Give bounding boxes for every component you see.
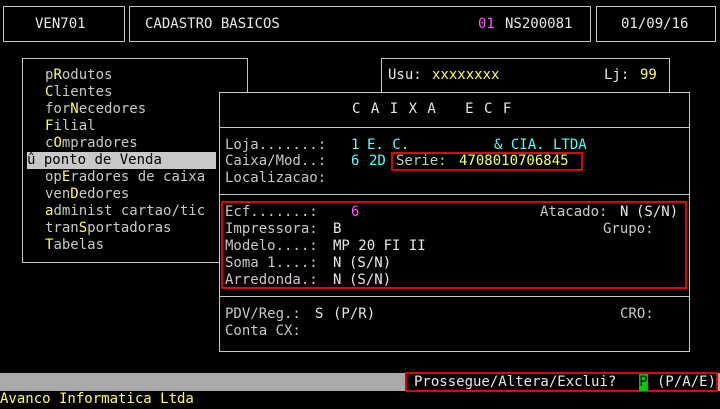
modelo-value[interactable]: MP 20 FI II <box>333 238 426 255</box>
menu-item-text: lientes <box>53 84 113 100</box>
current-date: 01/09/16 <box>621 16 689 32</box>
soma-label: Soma 1....: <box>225 255 318 271</box>
menu-item-text: edores <box>78 186 130 202</box>
prompt-answer-input[interactable]: P <box>639 374 648 391</box>
menu-item-hotkey: S <box>78 220 88 236</box>
menu-item[interactable]: venDedores <box>27 186 216 203</box>
workstation-id: NS200081 <box>505 16 573 32</box>
menu-item-text: radores de caixa <box>70 169 206 185</box>
menu-item-hotkey: N <box>70 101 79 117</box>
menu-item-text: mpradores <box>61 135 138 151</box>
store-value: 99 <box>640 67 657 83</box>
localizacao-label: Localizacao: <box>225 170 327 186</box>
menu-item-hotkey: R <box>53 67 62 83</box>
menu-item[interactable]: Clientes <box>27 84 216 101</box>
soma-hint: (S/N) <box>349 255 392 271</box>
menu-item[interactable]: opEradores de caixa <box>27 169 216 186</box>
arredonda-label: Arredonda.: <box>225 272 318 288</box>
prompt-hint: (P/A/E) <box>657 374 717 390</box>
screen-title: CADASTRO BASICOS <box>145 16 280 32</box>
company-number: 01 <box>478 16 495 32</box>
menu-item[interactable]: pRodutos <box>27 67 216 84</box>
impressora-value[interactable]: B <box>333 221 341 238</box>
soma-value[interactable]: N <box>333 255 341 272</box>
conta-cx-label: Conta CX: <box>225 323 301 339</box>
menu-item[interactable]: cOmpradores <box>27 135 216 152</box>
menu-item-text: tran <box>45 220 79 236</box>
menu-item[interactable]: Tabelas <box>27 237 216 254</box>
pdv-value[interactable]: S <box>315 306 323 323</box>
prompt-text: Prossegue/Altera/Exclui? <box>414 374 617 390</box>
footer-company: Avanco Informatica Ltda <box>0 391 194 407</box>
dialog-divider-1 <box>219 127 690 128</box>
atacado-value[interactable]: N <box>620 204 628 221</box>
main-menu: pRodutos Clientes forNecedores Filial cOmpra… <box>27 67 216 254</box>
menu-item-text: for <box>45 101 71 117</box>
atacado-hint: (S/N) <box>636 204 679 220</box>
menu-item-text: portadoras <box>87 220 172 236</box>
menu-item-text: odutos <box>61 67 113 83</box>
store-label: Lj: <box>604 67 630 83</box>
menu-item-text: onto de Venda <box>52 152 162 168</box>
ecf-label: Ecf.......: <box>225 204 318 220</box>
arredonda-hint: (S/N) <box>349 272 392 288</box>
menu-item-text: ecedores <box>78 101 147 117</box>
menu-item[interactable]: tranSportadoras <box>27 220 216 237</box>
loja-number[interactable]: 1 <box>351 137 359 154</box>
pdv-label: PDV/Reg.: <box>225 306 301 322</box>
dialog-divider-2 <box>219 194 690 195</box>
menu-item[interactable]: û ponto de Venda <box>27 152 216 169</box>
impressora-label: Impressora: <box>225 221 318 237</box>
menu-item[interactable]: forNecedores <box>27 101 216 118</box>
user-label: Usu: <box>388 67 422 83</box>
menu-item-text: abelas <box>53 237 105 253</box>
menu-item-text: û <box>27 152 44 168</box>
menu-item-text: ven <box>45 186 71 202</box>
arredonda-value[interactable]: N <box>333 272 341 289</box>
modelo-label: Modelo....: <box>225 238 318 254</box>
loja-label: Loja.......: <box>225 137 327 153</box>
program-code: VEN701 <box>35 16 86 32</box>
menu-item-text: dminist cartao/tic <box>53 203 206 219</box>
menu-item-hotkey: O <box>53 135 62 151</box>
menu-item[interactable]: Filial <box>27 118 216 135</box>
pdv-hint: (P/R) <box>333 306 376 322</box>
atacado-label: Atacado: <box>540 204 608 220</box>
menu-item-text: ilial <box>53 118 96 134</box>
cro-label: CRO: <box>620 306 654 322</box>
menu-item-text: op <box>45 169 62 185</box>
caixa-label: Caixa/Mod..: <box>225 153 327 169</box>
caixa-number[interactable]: 6 <box>351 153 359 170</box>
menu-item-hotkey: D <box>70 186 79 202</box>
dialog-divider-3 <box>219 296 690 297</box>
ecf-value[interactable]: 6 <box>351 204 359 221</box>
serie-label: Serie: <box>396 153 447 169</box>
serie-value[interactable]: 4708010706845 <box>459 153 569 170</box>
user-value: xxxxxxxx <box>432 67 500 83</box>
menu-item[interactable]: administ cartao/tic <box>27 203 216 220</box>
grupo-label: Grupo: <box>603 221 654 237</box>
caixa-model[interactable]: 2D <box>369 153 386 170</box>
dialog-title: C A I X A E C F <box>352 101 513 117</box>
